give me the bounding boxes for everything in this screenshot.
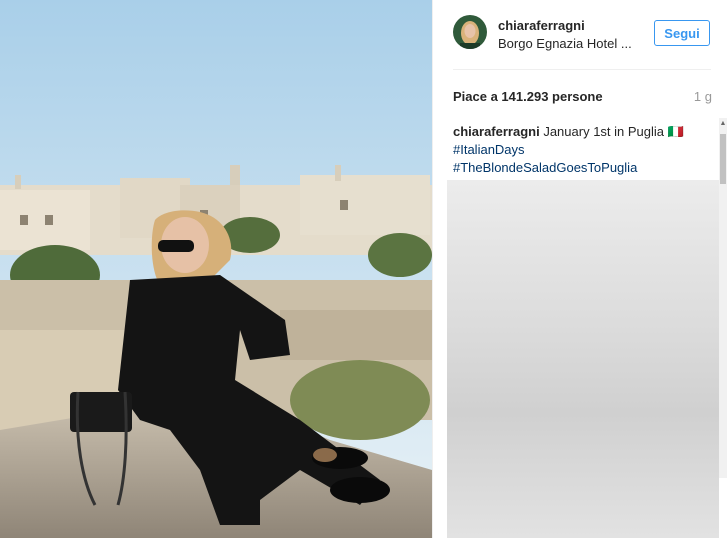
- header-divider: [453, 69, 711, 70]
- post-sidebar: chiaraferragni Borgo Egnazia Hotel ... S…: [432, 0, 728, 538]
- hashtag-link[interactable]: #TheBlondeSaladGoesToPuglia: [453, 159, 713, 177]
- post-header: chiaraferragni Borgo Egnazia Hotel ... S…: [433, 0, 728, 68]
- scroll-up-icon[interactable]: ▲: [719, 118, 727, 130]
- header-username[interactable]: chiaraferragni: [498, 18, 585, 33]
- avatar-image: [453, 15, 487, 49]
- comments-scrollbar[interactable]: ▲: [719, 118, 727, 478]
- blurred-comments-area: [447, 180, 719, 538]
- caption-username[interactable]: chiaraferragni: [453, 124, 540, 139]
- post-image: [0, 0, 432, 538]
- likes-count[interactable]: Piace a 141.293 persone: [453, 89, 603, 104]
- hashtag-link[interactable]: #ItalianDays: [453, 141, 713, 159]
- caption-text: January 1st in Puglia 🇮🇹: [543, 124, 684, 139]
- follow-button[interactable]: Segui: [654, 20, 710, 46]
- post-time[interactable]: 1 g: [694, 89, 712, 104]
- header-location[interactable]: Borgo Egnazia Hotel ...: [498, 36, 632, 51]
- post-photo[interactable]: [0, 0, 432, 538]
- avatar[interactable]: [453, 15, 487, 49]
- caption: chiaraferragni January 1st in Puglia 🇮🇹 …: [453, 123, 713, 177]
- scroll-thumb[interactable]: [720, 134, 726, 184]
